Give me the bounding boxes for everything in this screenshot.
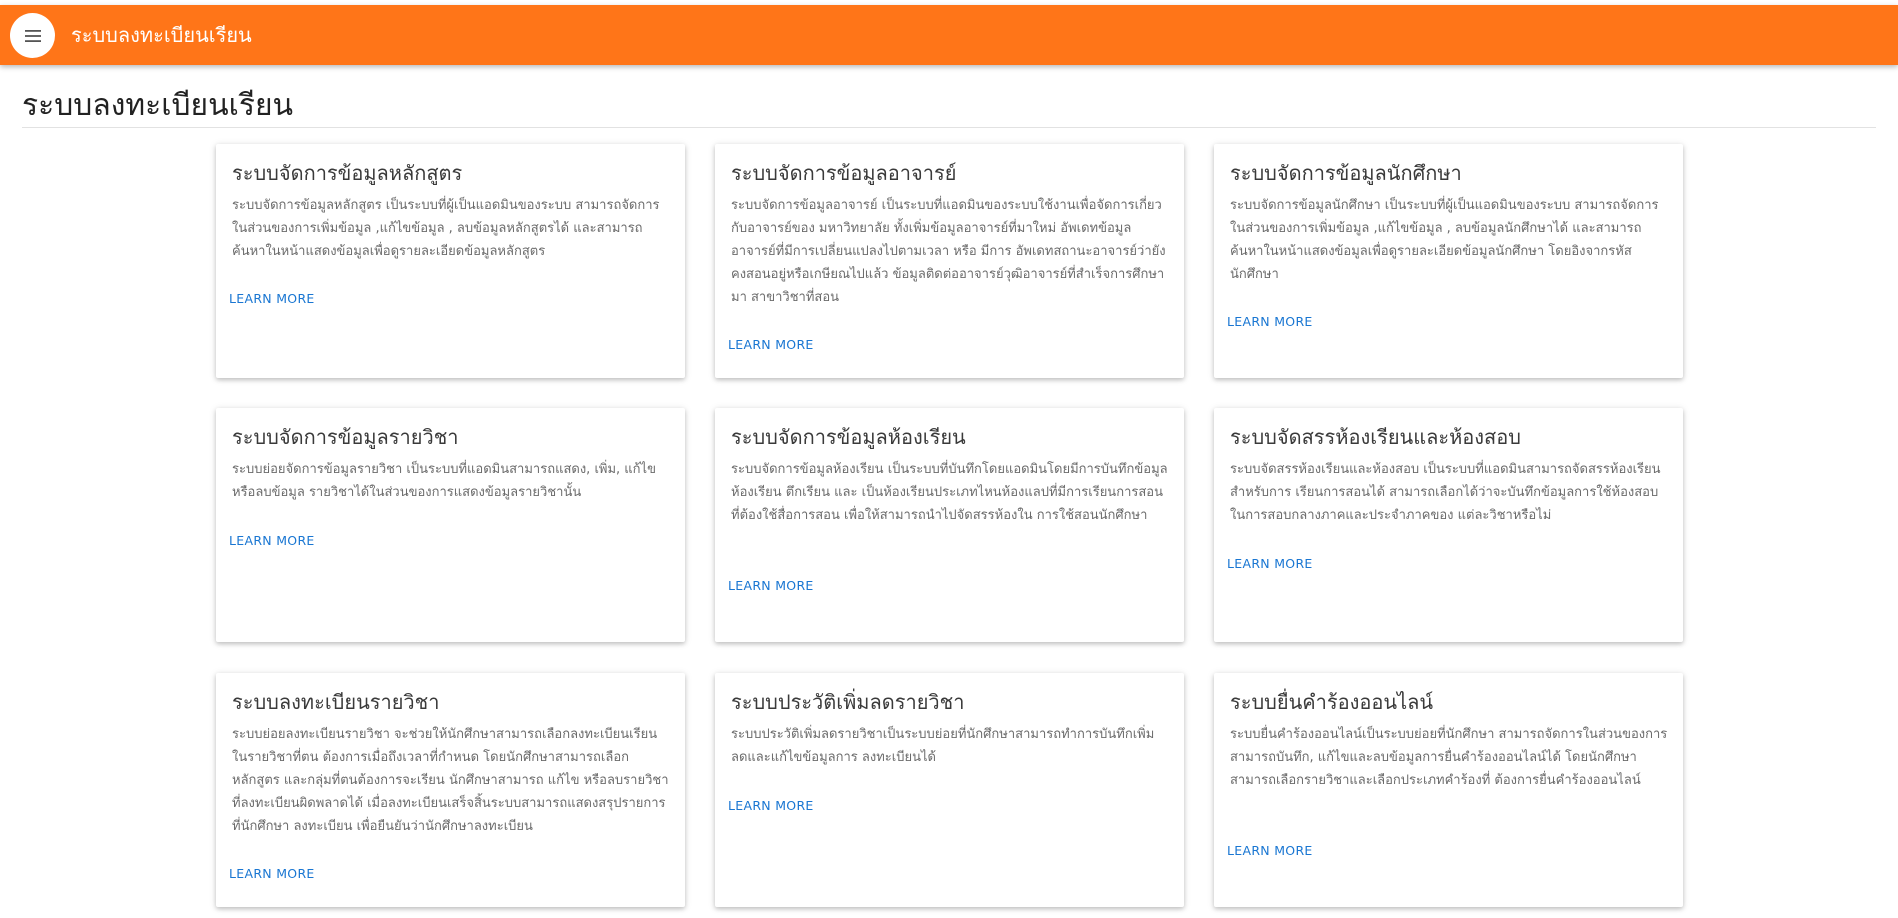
learn-more-button[interactable]: LEARN MORE [728,798,814,813]
learn-more-button[interactable]: LEARN MORE [229,291,315,306]
card-course-management: ระบบจัดการข้อมูลหลักสูตร ระบบจัดการข้อมู… [216,144,685,378]
learn-more-button[interactable]: LEARN MORE [1227,556,1313,571]
title-divider [22,127,1876,128]
card-online-petition: ระบบยื่นคำร้องออนไลน์ ระบบยื่นคำร้องออนไ… [1214,673,1683,907]
page-title: ระบบลงทะเบียนเรียน [22,88,294,123]
card-classroom-management: ระบบจัดการข้อมูลห้องเรียน ระบบจัดการข้อม… [715,408,1184,642]
app-title: ระบบลงทะเบียนเรียน [71,23,252,47]
card-title: ระบบจัดสรรห้องเรียนและห้องสอบ [1230,425,1521,449]
card-title: ระบบจัดการข้อมูลนักศึกษา [1230,161,1462,185]
card-teacher-management: ระบบจัดการข้อมูลอาจารย์ ระบบจัดการข้อมูล… [715,144,1184,378]
card-title: ระบบจัดการข้อมูลหลักสูตร [232,161,463,185]
card-student-management: ระบบจัดการข้อมูลนักศึกษา ระบบจัดการข้อมู… [1214,144,1683,378]
card-description: ระบบจัดการข้อมูลห้องเรียน เป็นระบบที่บัน… [731,462,1168,523]
card-title: ระบบลงทะเบียนรายวิชา [232,690,440,714]
card-description: ระบบจัดการข้อมูลอาจารย์ เป็นระบบที่แอดมิ… [731,198,1166,305]
card-title: ระบบประวัติเพิ่มลดรายวิชา [731,690,965,714]
card-room-allocation: ระบบจัดสรรห้องเรียนและห้องสอบ ระบบจัดสรร… [1214,408,1683,642]
card-description: ระบบประวัติเพิ่มลดรายวิชาเป็นระบบย่อยที่… [731,727,1155,765]
card-title: ระบบจัดการข้อมูลรายวิชา [232,425,459,449]
card-description: ระบบจัดการข้อมูลนักศึกษา เป็นระบบที่ผู้เ… [1230,198,1659,282]
card-description: ระบบยื่นคำร้องออนไลน์เป็นระบบย่อยที่นักศ… [1230,727,1668,788]
card-description: ระบบจัดสรรห้องเรียนและห้องสอบ เป็นระบบที… [1230,462,1661,523]
card-description: ระบบย่อยลงทะเบียนรายวิชา จะช่วยให้นักศึก… [232,727,669,834]
learn-more-button[interactable]: LEARN MORE [229,533,315,548]
card-title: ระบบจัดการข้อมูลอาจารย์ [731,161,957,185]
card-title: ระบบยื่นคำร้องออนไลน์ [1230,690,1434,714]
learn-more-button[interactable]: LEARN MORE [229,866,315,881]
app-bar: ระบบลงทะเบียนเรียน [0,5,1898,65]
card-add-drop-history: ระบบประวัติเพิ่มลดรายวิชา ระบบประวัติเพิ… [715,673,1184,907]
menu-button[interactable] [10,13,55,58]
menu-icon [24,29,41,42]
learn-more-button[interactable]: LEARN MORE [1227,843,1313,858]
card-course-registration: ระบบลงทะเบียนรายวิชา ระบบย่อยลงทะเบียนรา… [216,673,685,907]
card-title: ระบบจัดการข้อมูลห้องเรียน [731,425,966,449]
learn-more-button[interactable]: LEARN MORE [728,578,814,593]
card-description: ระบบจัดการข้อมูลหลักสูตร เป็นระบบที่ผู้เ… [232,198,660,259]
learn-more-button[interactable]: LEARN MORE [728,337,814,352]
card-subject-management: ระบบจัดการข้อมูลรายวิชา ระบบย่อยจัดการข้… [216,408,685,642]
card-description: ระบบย่อยจัดการข้อมูลรายวิชา เป็นระบบที่แ… [232,462,656,500]
learn-more-button[interactable]: LEARN MORE [1227,314,1313,329]
